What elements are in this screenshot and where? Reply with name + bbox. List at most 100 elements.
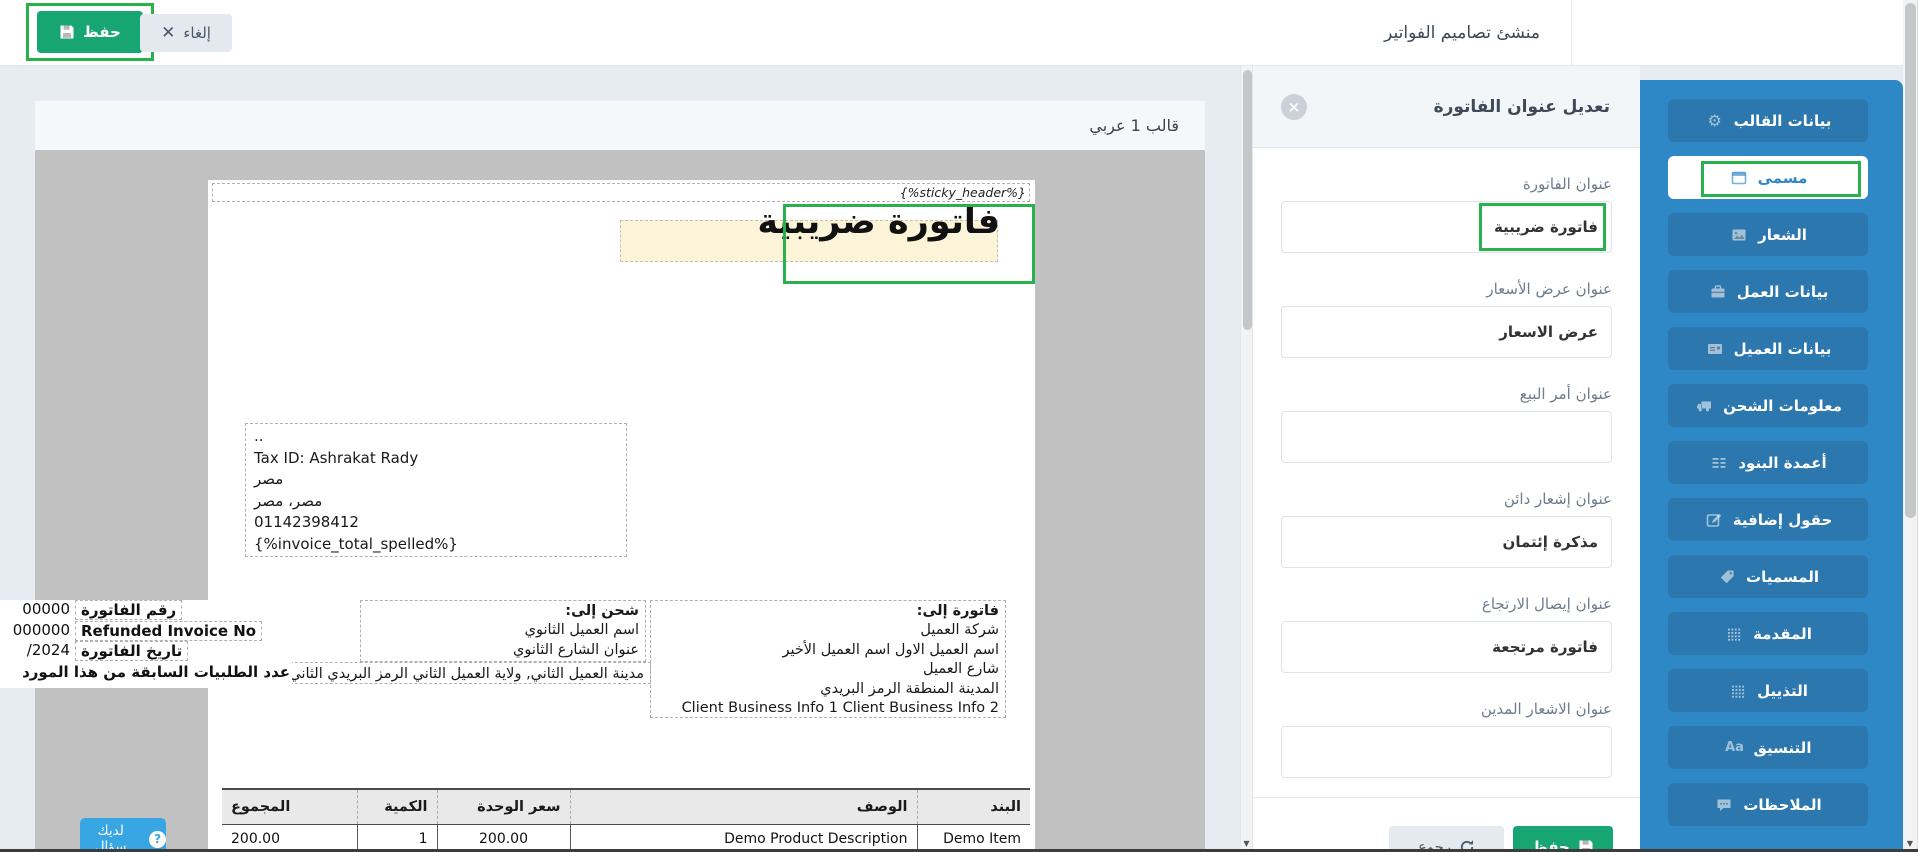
sidebar-item-label: أعمدة البنود bbox=[1738, 454, 1826, 472]
page-scrollbar-thumb[interactable] bbox=[1905, 3, 1916, 518]
template-name: قالب 1 عربي bbox=[1089, 116, 1179, 135]
sidebar-item-label: حقول إضافية bbox=[1733, 511, 1833, 529]
save-button[interactable]: حفظ bbox=[37, 11, 143, 53]
address-line: شركة العميل bbox=[657, 621, 999, 640]
ship-to-long-line[interactable]: مدينة العميل الثاني, ولاية العميل الثاني… bbox=[285, 662, 651, 684]
page-scrollbar[interactable]: ▼ bbox=[1903, 0, 1918, 852]
meta-value: /2024 bbox=[0, 641, 70, 660]
invoice-meta-row: 00000 رقم الفاتورة bbox=[0, 600, 292, 620]
meta-label: Refunded Invoice No bbox=[75, 621, 262, 641]
field-label: عنوان الفاتورة bbox=[1281, 175, 1612, 193]
table-header-cell: المجموع bbox=[222, 789, 357, 824]
table-header-cell: سعر الوحدة bbox=[437, 789, 570, 824]
invoice-meta-row: /2024تاريخ الفاتورة bbox=[0, 641, 292, 661]
invoice-meta-block[interactable]: 00000رقم الفاتورة000000Refunded Invoice … bbox=[0, 600, 292, 688]
ship-to-block[interactable]: شحن إلى:اسم العميل الثانويعنوان الشارع ا… bbox=[360, 600, 646, 662]
sidebar-item-item-columns[interactable]: أعمدة البنود bbox=[1668, 441, 1868, 484]
table-header-cell: البند bbox=[917, 789, 1030, 824]
panel-scrollbar[interactable]: ▼ bbox=[1240, 66, 1253, 852]
sidebar-item-notes[interactable]: الملاحظات bbox=[1668, 783, 1868, 826]
cancel-button[interactable]: إلغاء ✕ bbox=[140, 14, 232, 52]
meta-value: 00000 bbox=[0, 600, 70, 619]
sidebar-item-shipping-info[interactable]: معلومات الشحن bbox=[1668, 384, 1868, 427]
panel-body: عنوان الفاتورةعنوان عرض الأسعارعنوان أمر… bbox=[1253, 175, 1640, 778]
image-icon bbox=[1729, 226, 1749, 244]
address-line: شارع العميل bbox=[657, 660, 999, 679]
meta-label: رقم الفاتورة bbox=[75, 600, 182, 620]
sidebar-item-label: معلومات الشحن bbox=[1723, 397, 1842, 415]
sidebar-item-label: بيانات العميل bbox=[1734, 340, 1832, 358]
table-row: Demo ItemDemo Product Description200.001… bbox=[222, 824, 1030, 852]
preview-canvas: {%sticky_header%} فاتورة ضريبية ..Tax ID… bbox=[35, 150, 1205, 852]
edit-icon bbox=[1704, 511, 1724, 529]
items-table[interactable]: البندالوصفسعر الوحدةالكميةالمجموعDemo It… bbox=[222, 788, 1030, 852]
field-wrapper bbox=[1281, 306, 1612, 358]
sidebar-item-business-data[interactable]: بيانات العمل bbox=[1668, 270, 1868, 313]
topbar-divider bbox=[1571, 0, 1572, 66]
title-input-5[interactable] bbox=[1281, 726, 1612, 778]
sidebar-item-logo[interactable]: الشعار bbox=[1668, 213, 1868, 256]
company-info-line: 01142398412 bbox=[254, 512, 618, 534]
sidebar-item-client-data[interactable]: بيانات العميل bbox=[1668, 327, 1868, 370]
company-info-line: مصر، مصر bbox=[254, 491, 618, 513]
sidebar-item-name[interactable]: مسمى bbox=[1668, 156, 1868, 199]
address-line: المدينة المنطقة الرمز البريدي bbox=[657, 680, 999, 699]
sidebar-item-label: المسميات bbox=[1746, 568, 1819, 586]
save-button-highlight: حفظ bbox=[26, 3, 154, 61]
address-line: عنوان الشارع الثانوي bbox=[367, 641, 639, 660]
address-line: اسم العميل الاول اسم العميل الأخير bbox=[657, 641, 999, 660]
company-info-line: Tax ID: Ashrakat Rady bbox=[254, 448, 618, 470]
title-input-0[interactable] bbox=[1281, 201, 1612, 253]
field-wrapper bbox=[1281, 201, 1612, 253]
panel-scrollbar-thumb[interactable] bbox=[1243, 70, 1252, 330]
sidebar-item-label: التنسيق bbox=[1754, 739, 1812, 757]
scroll-down-icon[interactable]: ▼ bbox=[1241, 840, 1252, 848]
sidebar-item-label: المقدمة bbox=[1753, 625, 1812, 643]
title-input-2[interactable] bbox=[1281, 411, 1612, 463]
page-title: منشئ تصاميم الفواتير bbox=[1384, 0, 1540, 66]
top-bar: حفظ إلغاء ✕ منشئ تصاميم الفواتير bbox=[0, 0, 1918, 66]
invoice-page: {%sticky_header%} فاتورة ضريبية ..Tax ID… bbox=[208, 180, 1035, 852]
sidebar-item-label: التذييل bbox=[1757, 682, 1808, 700]
address-heading: فاتورة إلى: bbox=[657, 602, 999, 621]
template-name-bar: قالب 1 عربي bbox=[35, 101, 1205, 150]
gear-icon: ⚙ bbox=[1705, 112, 1725, 130]
sidebar-item-label: بيانات العمل bbox=[1737, 283, 1829, 301]
id-card-icon bbox=[1705, 340, 1725, 358]
columns-icon bbox=[1709, 454, 1729, 472]
sidebar-item-label: الشعار bbox=[1758, 226, 1807, 244]
sidebar-item-extra-fields[interactable]: حقول إضافية bbox=[1668, 498, 1868, 541]
field-wrapper bbox=[1281, 621, 1612, 673]
edit-panel: تعديل عنوان الفاتورة × عنوان الفاتورةعنو… bbox=[1253, 66, 1640, 852]
title-input-3[interactable] bbox=[1281, 516, 1612, 568]
table-cell: 200.00 bbox=[222, 824, 357, 852]
title-input-4[interactable] bbox=[1281, 621, 1612, 673]
address-heading: شحن إلى: bbox=[367, 602, 639, 621]
question-button[interactable]: ? لديك سؤال bbox=[80, 818, 166, 852]
sticky-header-block[interactable]: {%sticky_header%} bbox=[212, 183, 1030, 202]
bill-to-block[interactable]: فاتورة إلى:شركة العميلاسم العميل الاول ا… bbox=[650, 600, 1006, 718]
sidebar-item-label: مسمى bbox=[1758, 169, 1808, 187]
field-wrapper bbox=[1281, 726, 1612, 778]
sidebar-item-footer[interactable]: التذييل bbox=[1668, 669, 1868, 712]
table-icon bbox=[1724, 625, 1744, 643]
sidebar: بيانات القالب ⚙ مسمى الشعار بيانات العمل بيان… bbox=[1640, 80, 1903, 852]
title-input-1[interactable] bbox=[1281, 306, 1612, 358]
sidebar-item-template-data[interactable]: بيانات القالب ⚙ bbox=[1668, 99, 1868, 142]
sidebar-item-label: الملاحظات bbox=[1743, 796, 1821, 814]
company-info-line: {%invoice_total_spelled%} bbox=[254, 534, 618, 556]
address-line: اسم العميل الثانوي bbox=[367, 621, 639, 640]
company-info-block[interactable]: ..Tax ID: Ashrakat Radyمصرمصر، مصر011423… bbox=[245, 423, 627, 557]
field-label: عنوان الاشعار المدين bbox=[1281, 700, 1612, 718]
field-wrapper bbox=[1281, 516, 1612, 568]
sidebar-item-label: بيانات القالب bbox=[1734, 112, 1832, 130]
scroll-down-icon[interactable]: ▼ bbox=[1903, 840, 1917, 848]
save-button-label: حفظ bbox=[83, 23, 121, 41]
close-icon[interactable]: × bbox=[1281, 94, 1307, 120]
sidebar-item-formatting[interactable]: التنسيقAa bbox=[1668, 726, 1868, 769]
meta-extra-line: عدد الطلبيات السابقة من هذا المورد bbox=[0, 662, 290, 682]
sidebar-item-labels[interactable]: المسميات bbox=[1668, 555, 1868, 598]
panel-footer: رجوع حفظ bbox=[1253, 797, 1640, 852]
address-line: Client Business Info 1 Client Business I… bbox=[657, 699, 999, 718]
sidebar-item-intro[interactable]: المقدمة bbox=[1668, 612, 1868, 655]
